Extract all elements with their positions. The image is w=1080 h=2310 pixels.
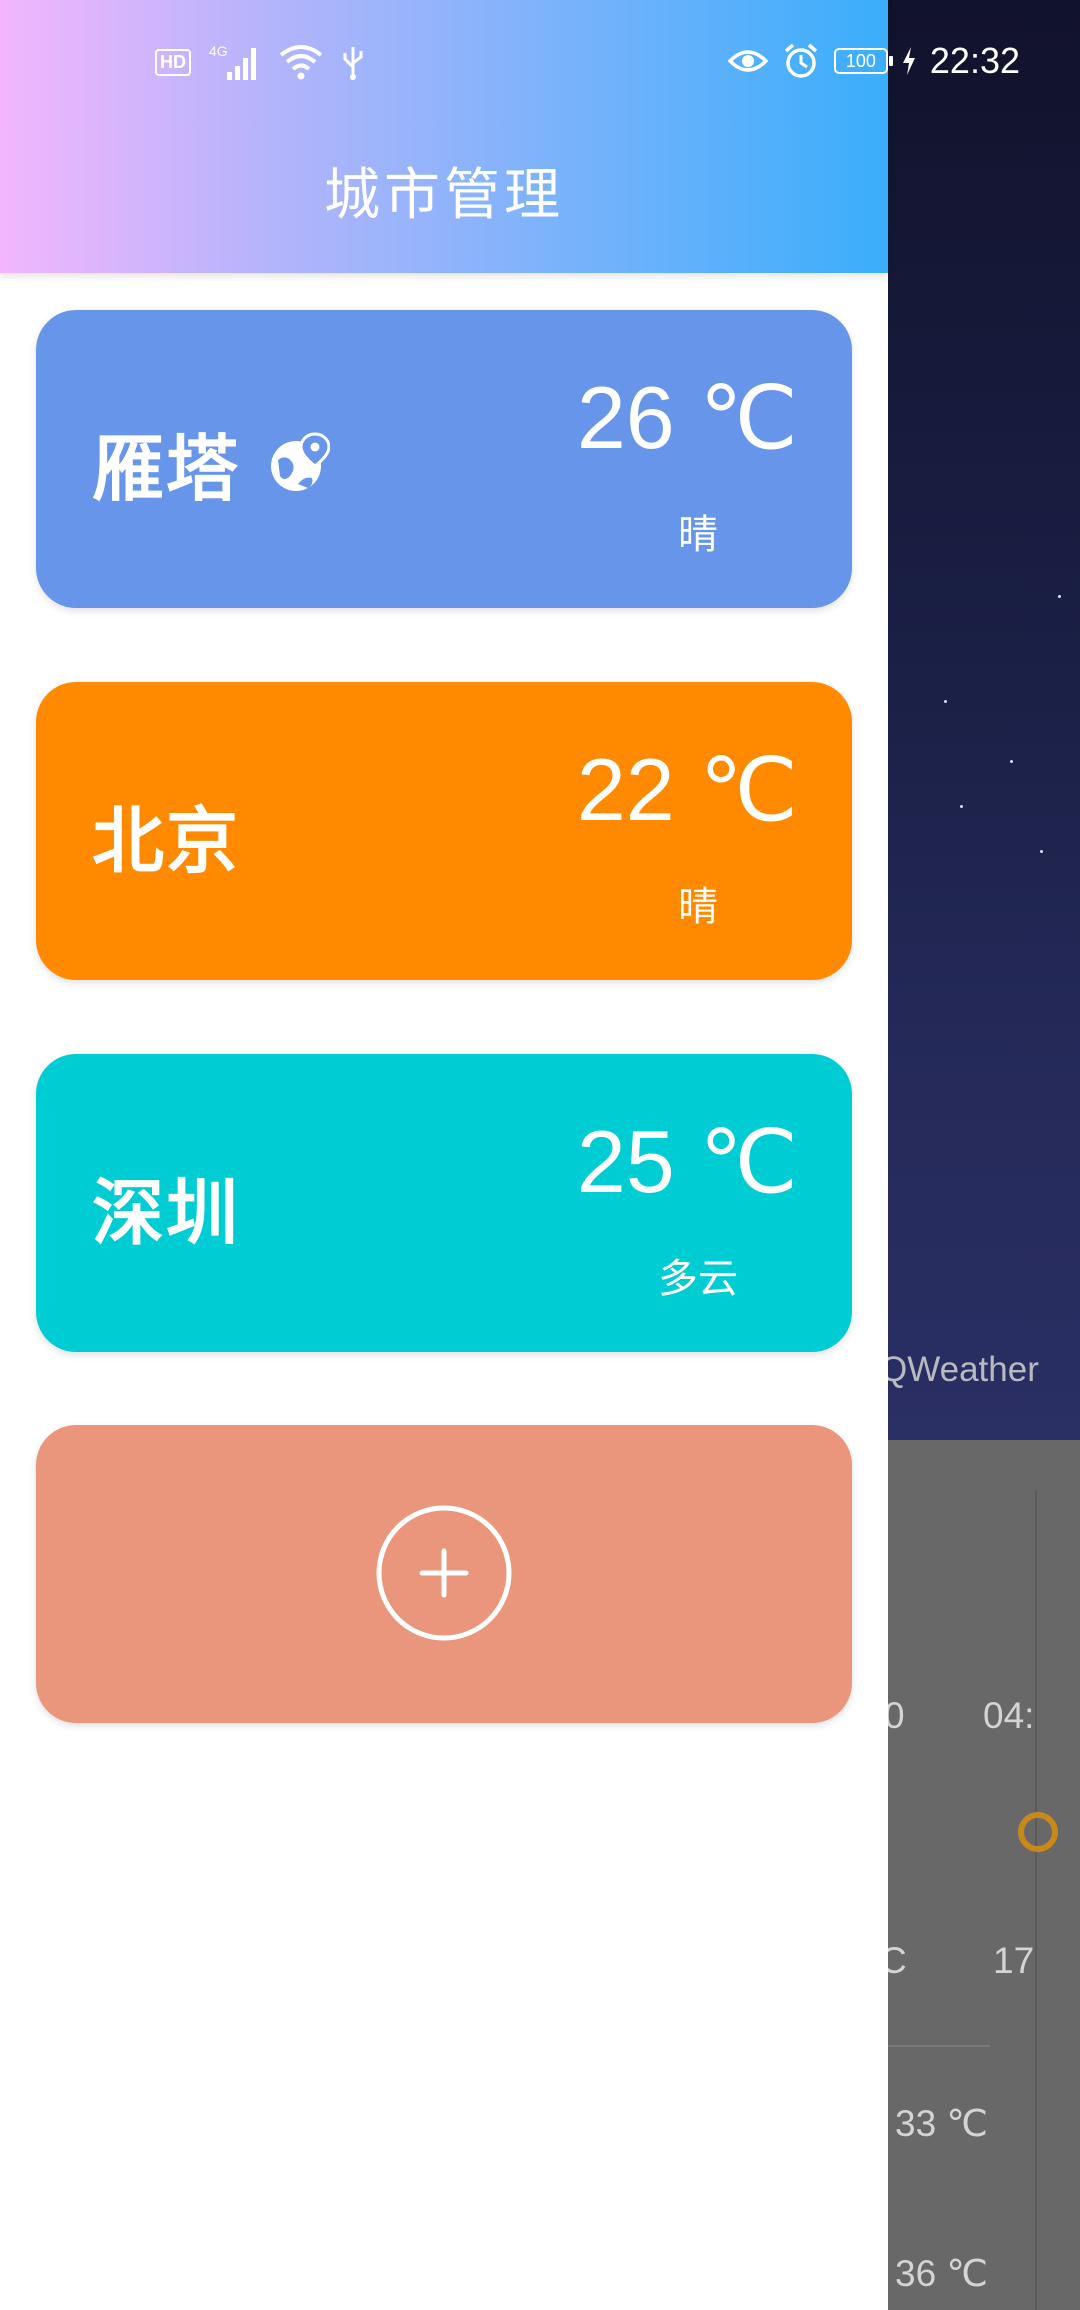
city-name-container: 雁塔: [92, 410, 331, 515]
city-name-container: 深圳: [92, 1154, 240, 1259]
charging-icon: [902, 47, 915, 75]
eye-icon: [727, 50, 768, 72]
signal-icon: 4G: [209, 43, 256, 80]
forecast-panel-edge: [1035, 1490, 1037, 2310]
city-card-shenzhen[interactable]: 深圳 25 ℃ 多云: [36, 1054, 852, 1352]
hourly-temp-2: 17: [993, 1940, 1035, 1981]
wifi-icon: [279, 45, 323, 80]
usb-icon: [343, 47, 363, 80]
location-globe-icon: [271, 431, 331, 491]
status-bar-left: HD 4G: [155, 40, 365, 84]
daily-temp-1: 33 ℃: [895, 2103, 988, 2144]
page-title: 城市管理: [324, 163, 564, 228]
status-bar: HD 4G 100 22:32: [0, 0, 1080, 120]
add-city-button[interactable]: [36, 1425, 852, 1723]
city-temperature: 25 ℃: [576, 1112, 798, 1211]
city-management-drawer: 城市管理 雁塔 26 ℃ 晴 北京 22 ℃ 晴 深圳 25 ℃ 多云: [0, 0, 888, 2310]
plus-circle-icon: [376, 1505, 512, 1641]
city-card-yanta[interactable]: 雁塔 26 ℃ 晴: [36, 310, 852, 608]
city-card-beijing[interactable]: 北京 22 ℃ 晴: [36, 682, 852, 980]
hourly-time-2: 04:: [983, 1695, 1035, 1736]
alarm-icon: [784, 43, 818, 78]
moon-icon: [1018, 1812, 1058, 1852]
battery-indicator: 100: [833, 48, 893, 74]
city-name: 深圳: [92, 1171, 241, 1255]
clock: 22:32: [929, 40, 1020, 81]
city-temperature: 22 ℃: [576, 740, 798, 839]
qweather-watermark: QWeather: [880, 1350, 1039, 1389]
city-name: 北京: [92, 799, 241, 883]
city-name: 雁塔: [92, 427, 241, 511]
city-weather: 多云: [658, 1256, 738, 1302]
status-bar-right: 100 22:32: [727, 36, 1020, 86]
city-temperature: 26 ℃: [576, 368, 798, 467]
network-type: 4G: [209, 43, 228, 59]
city-weather: 晴: [678, 884, 718, 930]
city-name-container: 北京: [92, 782, 240, 887]
hd-badge: HD: [155, 48, 191, 76]
daily-temp-2: 36 ℃: [895, 2253, 988, 2294]
forecast-divider: [880, 2045, 990, 2047]
city-weather: 晴: [678, 512, 718, 558]
